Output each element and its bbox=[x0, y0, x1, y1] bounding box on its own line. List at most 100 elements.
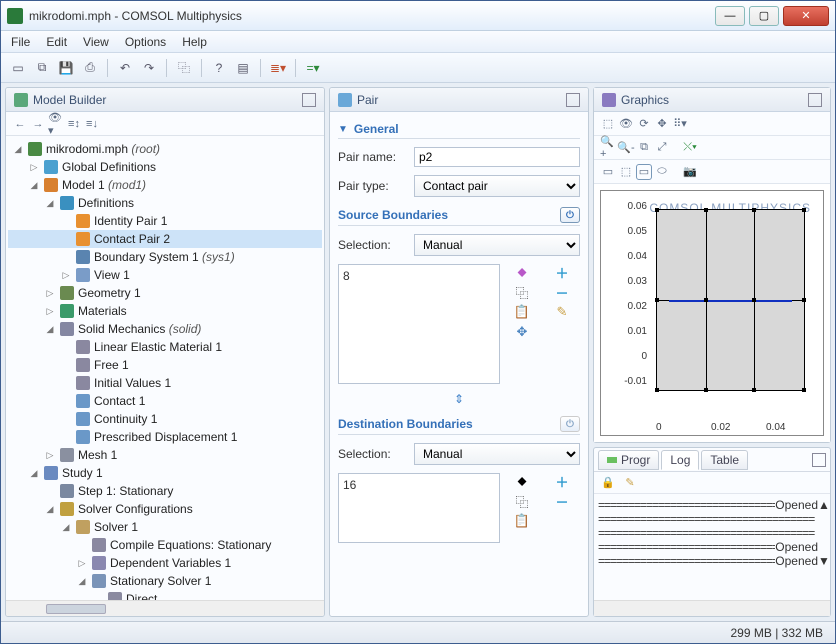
tree-prescribed-displacement[interactable]: Prescribed Displacement 1 bbox=[8, 428, 322, 446]
dest-list[interactable]: 16 bbox=[338, 473, 500, 543]
maximize-button[interactable]: ▢ bbox=[749, 6, 779, 26]
dest-paste-icon[interactable]: 📋 bbox=[514, 513, 530, 529]
zoom-extents-icon[interactable]: ⤢ bbox=[654, 140, 670, 156]
select-icon[interactable]: ▭ bbox=[600, 164, 616, 180]
scene-icon[interactable]: ⬚ bbox=[600, 116, 616, 132]
copy-icon[interactable]: ⿻ bbox=[173, 57, 195, 79]
dest-add-icon[interactable]: ＋ bbox=[554, 473, 570, 489]
dest-power-icon[interactable]: ⏻ bbox=[560, 416, 580, 432]
tree-materials[interactable]: ▷Materials bbox=[8, 302, 322, 320]
save-icon[interactable]: 💾 bbox=[55, 57, 77, 79]
help-icon[interactable]: ? bbox=[208, 57, 230, 79]
menu-view[interactable]: View bbox=[83, 35, 109, 49]
tree-stationary-solver[interactable]: ◢Stationary Solver 1 bbox=[8, 572, 322, 590]
zoom-box-icon[interactable]: ⧉ bbox=[636, 140, 652, 156]
title-bar[interactable]: mikrodomi.mph - COMSOL Multiphysics — ▢ … bbox=[1, 1, 835, 31]
source-zoom-icon[interactable]: ✥ bbox=[514, 324, 530, 340]
tab-progress[interactable]: Progr bbox=[598, 450, 659, 470]
swap-icon[interactable]: ⇕ bbox=[338, 392, 580, 406]
tree-solver-configs[interactable]: ◢Solver Configurations bbox=[8, 500, 322, 518]
dest-activate-icon[interactable]: ⬥ bbox=[514, 473, 530, 489]
menu-help[interactable]: Help bbox=[182, 35, 207, 49]
eye2-icon[interactable]: 👁 bbox=[618, 116, 634, 132]
back-icon[interactable]: ← bbox=[12, 116, 28, 132]
open-icon[interactable]: ⧉ bbox=[31, 57, 53, 79]
tree-solid-mechanics[interactable]: ◢Solid Mechanics (solid) bbox=[8, 320, 322, 338]
tree-definitions[interactable]: ◢Definitions bbox=[8, 194, 322, 212]
source-paste-icon[interactable]: 📋 bbox=[514, 304, 530, 320]
tree-compile-equations[interactable]: Compile Equations: Stationary bbox=[8, 536, 322, 554]
zoom-out-icon[interactable]: 🔍- bbox=[618, 140, 634, 156]
select2-icon[interactable]: ⬚ bbox=[618, 164, 634, 180]
dots-icon[interactable]: ⠿▾ bbox=[672, 116, 688, 132]
log-hscroll[interactable] bbox=[594, 600, 830, 616]
tab-log[interactable]: Log bbox=[661, 450, 699, 470]
select4-icon[interactable]: ⬭ bbox=[654, 164, 670, 180]
source-copy-icon[interactable]: ⿻ bbox=[514, 284, 530, 300]
panel-menu-icon[interactable] bbox=[302, 93, 316, 107]
select3-icon[interactable]: ▭ bbox=[636, 164, 652, 180]
tree-dependent-vars[interactable]: ▷Dependent Variables 1 bbox=[8, 554, 322, 572]
pair-menu-icon[interactable] bbox=[566, 93, 580, 107]
tree-free1[interactable]: Free 1 bbox=[8, 356, 322, 374]
dest-remove-icon[interactable]: － bbox=[554, 493, 570, 509]
clear-log-icon[interactable]: ✎ bbox=[622, 475, 638, 491]
dest-copy-icon[interactable]: ⿻ bbox=[514, 493, 530, 509]
camera-icon[interactable]: 📷 bbox=[682, 164, 698, 180]
tree-step1[interactable]: Step 1: Stationary bbox=[8, 482, 322, 500]
redo-icon[interactable]: ↷ bbox=[138, 57, 160, 79]
expand-icon[interactable]: ≡↕ bbox=[66, 116, 82, 132]
axes-icon[interactable]: ⤬▾ bbox=[682, 140, 698, 156]
source-power-icon[interactable]: ⏻ bbox=[560, 207, 580, 223]
log-body[interactable]: ====================================Open… bbox=[594, 494, 830, 600]
tree-global-definitions[interactable]: ▷Global Definitions bbox=[8, 158, 322, 176]
new-icon[interactable]: ▭ bbox=[7, 57, 29, 79]
pair-name-input[interactable] bbox=[414, 147, 580, 167]
doc-icon[interactable]: ▤ bbox=[232, 57, 254, 79]
tab-table[interactable]: Table bbox=[701, 450, 748, 470]
eye-icon[interactable]: 👁▾ bbox=[48, 116, 64, 132]
print-icon[interactable]: ⎙ bbox=[79, 57, 101, 79]
refresh-icon[interactable]: ⟳ bbox=[636, 116, 652, 132]
source-add-icon[interactable]: ＋ bbox=[554, 264, 570, 280]
menu-file[interactable]: File bbox=[11, 35, 30, 49]
crosshair-icon[interactable]: ✥ bbox=[654, 116, 670, 132]
menu-options[interactable]: Options bbox=[125, 35, 166, 49]
build-icon[interactable]: ≣▾ bbox=[267, 57, 289, 79]
dest-selection-select[interactable]: Manual bbox=[414, 443, 580, 465]
menu-edit[interactable]: Edit bbox=[46, 35, 67, 49]
compute-icon[interactable]: =▾ bbox=[302, 57, 324, 79]
lock-icon[interactable]: 🔒 bbox=[600, 475, 616, 491]
tree-solver1[interactable]: ◢Solver 1 bbox=[8, 518, 322, 536]
source-remove-icon[interactable]: － bbox=[554, 284, 570, 300]
tree-initial-values[interactable]: Initial Values 1 bbox=[8, 374, 322, 392]
tree-identity-pair[interactable]: Identity Pair 1 bbox=[8, 212, 322, 230]
tree-mesh1[interactable]: ▷Mesh 1 bbox=[8, 446, 322, 464]
tree-geometry[interactable]: ▷Geometry 1 bbox=[8, 284, 322, 302]
tree-direct[interactable]: Direct bbox=[8, 590, 322, 600]
zoom-in-icon[interactable]: 🔍+ bbox=[600, 140, 616, 156]
plot-area[interactable]: COMSOL MULTIPHYSICS 0.06 0.05 0.04 0.03 … bbox=[594, 184, 830, 442]
tree-view1[interactable]: ▷View 1 bbox=[8, 266, 322, 284]
model-tree[interactable]: ◢mikrodomi.mph (root) ▷Global Definition… bbox=[6, 136, 324, 600]
forward-icon[interactable]: → bbox=[30, 116, 46, 132]
section-source-boundaries[interactable]: Source Boundaries ⏻ bbox=[338, 205, 580, 226]
source-list[interactable]: 8 bbox=[338, 264, 500, 384]
graphics-menu-icon[interactable] bbox=[808, 93, 822, 107]
undo-icon[interactable]: ↶ bbox=[114, 57, 136, 79]
tree-continuity1[interactable]: Continuity 1 bbox=[8, 410, 322, 428]
tree-hscroll[interactable] bbox=[6, 600, 324, 616]
tree-contact-pair[interactable]: Contact Pair 2 bbox=[8, 230, 322, 248]
tree-linear-elastic[interactable]: Linear Elastic Material 1 bbox=[8, 338, 322, 356]
close-button[interactable]: ✕ bbox=[783, 6, 829, 26]
tree-model1[interactable]: ◢Model 1 (mod1) bbox=[8, 176, 322, 194]
source-activate-icon[interactable]: ⬥ bbox=[514, 264, 530, 280]
source-clear-icon[interactable]: ✎ bbox=[554, 304, 570, 320]
tree-contact1[interactable]: Contact 1 bbox=[8, 392, 322, 410]
log-menu-icon[interactable] bbox=[812, 453, 826, 467]
section-dest-boundaries[interactable]: Destination Boundaries ⏻ bbox=[338, 414, 580, 435]
tree-study1[interactable]: ◢Study 1 bbox=[8, 464, 322, 482]
source-selection-select[interactable]: Manual bbox=[414, 234, 580, 256]
tree-root[interactable]: ◢mikrodomi.mph (root) bbox=[8, 140, 322, 158]
minimize-button[interactable]: — bbox=[715, 6, 745, 26]
